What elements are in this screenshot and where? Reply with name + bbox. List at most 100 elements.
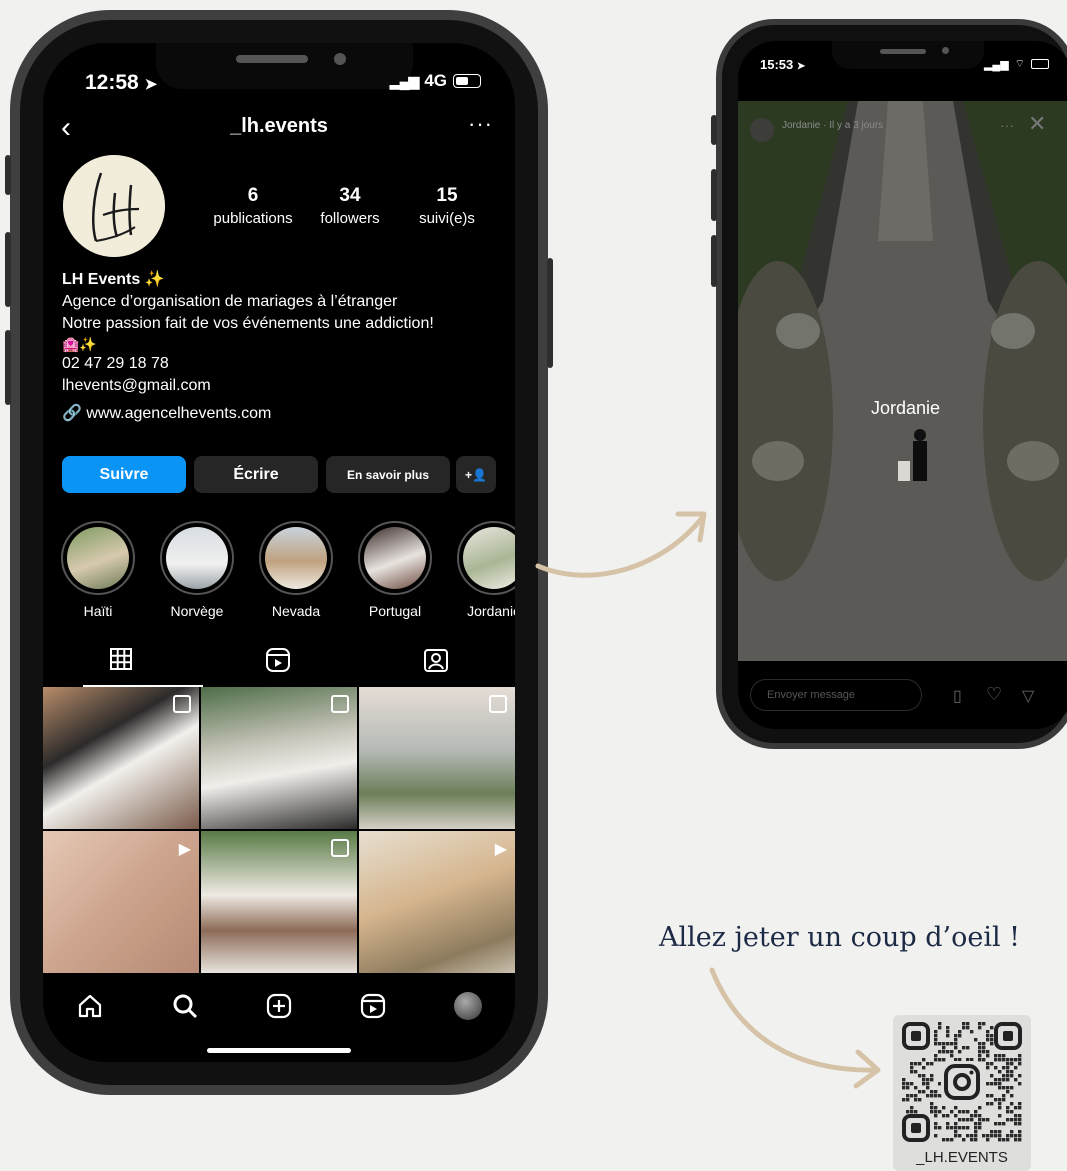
story-username: Jordanie · Il y a 3 jours — [782, 120, 884, 131]
profile-username: _lh.events — [230, 115, 328, 137]
qr-module — [914, 1098, 918, 1102]
reels-icon[interactable] — [265, 647, 291, 673]
qr-module — [1014, 1106, 1018, 1110]
qr-module — [966, 1126, 970, 1130]
qr-module — [974, 1122, 978, 1126]
carousel-icon — [489, 695, 507, 713]
highlight-norvege[interactable]: Norvège — [159, 521, 235, 619]
qr-module — [1014, 1078, 1018, 1082]
tagged-icon[interactable] — [423, 647, 449, 673]
signal-icon: ▂▄▆ — [983, 58, 1009, 71]
qr-module — [966, 1046, 970, 1050]
qr-module — [1010, 1102, 1014, 1106]
profile-tabs — [43, 633, 515, 685]
send-icon[interactable]: ▽ — [1022, 686, 1034, 706]
story-image[interactable] — [738, 101, 1067, 661]
highlight-jordanie[interactable]: Jordanie — [456, 521, 515, 619]
qr-module — [922, 1090, 926, 1094]
post-thumbnail[interactable]: ▶ — [43, 831, 199, 973]
qr-module — [922, 1074, 926, 1078]
qr-module — [990, 1042, 994, 1046]
qr-module — [922, 1082, 926, 1086]
qr-module — [942, 1046, 946, 1050]
qr-module — [910, 1106, 914, 1110]
qr-module — [1018, 1054, 1022, 1058]
qr-module — [1014, 1066, 1018, 1070]
qr-module — [1006, 1066, 1010, 1070]
sticker-icon[interactable]: ▯ — [953, 686, 962, 706]
qr-module — [946, 1026, 950, 1030]
qr-module — [1018, 1122, 1022, 1126]
stat-following[interactable]: 15 suivi(e)s — [402, 185, 492, 227]
story-screen: 15:53 ➤ ▂▄▆ ⌔ Jordanie · Il y a 3 jours … — [738, 41, 1067, 729]
grid-icon[interactable] — [109, 647, 133, 671]
qr-module — [998, 1070, 1002, 1074]
create-post-icon[interactable] — [265, 992, 293, 1020]
qr-module — [1002, 1078, 1006, 1082]
highlight-portugal[interactable]: Portugal — [357, 521, 433, 619]
heart-icon[interactable]: ♡ — [986, 684, 1002, 705]
qr-module — [974, 1038, 978, 1042]
post-thumbnail[interactable] — [201, 831, 357, 973]
qr-module — [1006, 1134, 1010, 1138]
qr-module — [974, 1110, 978, 1114]
stat-publications[interactable]: 6 publications — [208, 185, 298, 227]
post-thumbnail[interactable] — [201, 687, 357, 829]
qr-module — [938, 1050, 942, 1054]
qr-module — [902, 1082, 906, 1086]
search-icon[interactable] — [171, 992, 199, 1020]
reels-nav-icon[interactable] — [359, 992, 387, 1020]
qr-module — [982, 1050, 986, 1054]
follow-button[interactable]: Suivre — [62, 456, 186, 493]
qr-module — [994, 1054, 998, 1058]
stat-followers[interactable]: 34 followers — [298, 185, 402, 227]
profile-avatar-nav[interactable] — [453, 992, 482, 1020]
bio-line-1: Agence d’organisation de mariages à l’ét… — [62, 293, 398, 310]
post-thumbnail[interactable] — [359, 687, 515, 829]
qr-module — [994, 1066, 998, 1070]
qr-module — [1018, 1102, 1022, 1106]
status-bar-right: ▂▄▆ ⌔ — [984, 57, 1049, 71]
qr-module — [998, 1130, 1002, 1134]
message-button[interactable]: Écrire — [194, 456, 318, 493]
qr-module — [938, 1022, 942, 1026]
highlight-haiti[interactable]: Haïti — [60, 521, 136, 619]
website-link[interactable]: 🔗 www.agencelhevents.com — [62, 403, 502, 425]
more-options-icon[interactable]: ··· — [468, 111, 493, 137]
more-info-button[interactable]: En savoir plus — [326, 456, 450, 493]
qr-module — [934, 1126, 938, 1130]
add-user-icon[interactable]: +👤 — [456, 456, 496, 493]
profile-avatar[interactable] — [63, 155, 165, 257]
mute-switch — [5, 155, 11, 195]
qr-module — [986, 1082, 990, 1086]
qr-code-card[interactable]: _LH.EVENTS — [893, 1015, 1031, 1171]
qr-module — [966, 1134, 970, 1138]
qr-module — [910, 1110, 914, 1114]
close-icon[interactable]: ✕ — [1028, 111, 1046, 137]
qr-module — [974, 1114, 978, 1118]
highlight-nevada[interactable]: Nevada — [258, 521, 334, 619]
post-thumbnail[interactable]: ▶ — [359, 831, 515, 973]
message-input[interactable]: Envoyer message — [750, 679, 922, 711]
qr-module — [998, 1138, 1002, 1142]
qr-module — [906, 1086, 910, 1090]
more-options-icon[interactable]: ··· — [1000, 117, 1014, 133]
home-icon[interactable] — [76, 992, 104, 1020]
qr-module — [994, 1058, 998, 1062]
story-user-avatar[interactable] — [750, 118, 774, 142]
qr-module — [962, 1118, 966, 1122]
qr-module — [958, 1118, 962, 1122]
qr-module — [990, 1026, 994, 1030]
qr-module — [922, 1058, 926, 1062]
qr-module — [934, 1034, 938, 1038]
qr-module — [930, 1102, 934, 1106]
battery-icon — [453, 74, 481, 88]
qr-module — [982, 1058, 986, 1062]
qr-module — [954, 1126, 958, 1130]
volume-up-button — [5, 232, 11, 307]
post-thumbnail[interactable] — [43, 687, 199, 829]
qr-module — [978, 1122, 982, 1126]
front-camera — [334, 53, 346, 65]
qr-module — [998, 1102, 1002, 1106]
qr-module — [918, 1074, 922, 1078]
